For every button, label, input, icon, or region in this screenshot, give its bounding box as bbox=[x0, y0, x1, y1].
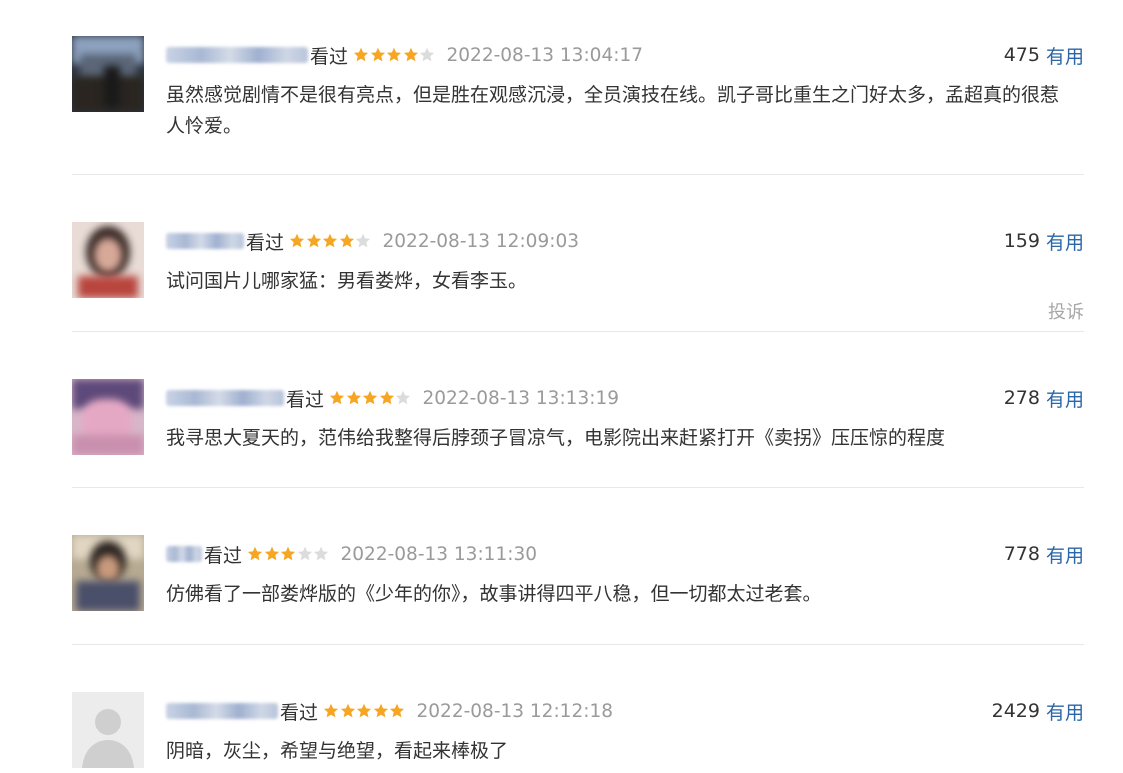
star-icon bbox=[395, 390, 411, 405]
comment-time: 2022-08-13 13:11:30 bbox=[340, 543, 537, 565]
comment-text: 试问国片儿哪家猛：男看娄烨，女看李玉。 bbox=[166, 270, 528, 292]
divider bbox=[72, 487, 1084, 488]
divider bbox=[72, 174, 1084, 175]
star-icon bbox=[362, 390, 378, 405]
watch-status: 看过 bbox=[310, 45, 349, 68]
vote-area: 159 有用 bbox=[1004, 228, 1084, 254]
star-icon bbox=[346, 390, 361, 405]
comment-header: 看过 2022-08-13 13:11:30 bbox=[166, 541, 537, 567]
avatar[interactable] bbox=[72, 36, 144, 112]
report-button[interactable]: 投诉 bbox=[1048, 298, 1084, 324]
avatar[interactable] bbox=[72, 692, 144, 768]
vote-count: 778 bbox=[1003, 543, 1040, 565]
avatar[interactable] bbox=[72, 379, 144, 455]
star-icon bbox=[370, 47, 385, 62]
vote-count: 2429 bbox=[991, 700, 1040, 722]
vote-count: 475 bbox=[1003, 44, 1040, 66]
star-icon bbox=[379, 390, 394, 405]
star-icon bbox=[356, 703, 372, 718]
divider bbox=[72, 331, 1084, 332]
default-user-icon bbox=[72, 692, 144, 768]
comment-item: 看过 2022-08-13 13:13:19 278 有用 我寻思大夏天的，范伟… bbox=[72, 379, 1084, 469]
vote-area: 278 有用 bbox=[1004, 385, 1084, 411]
rating-stars bbox=[323, 703, 406, 719]
username[interactable] bbox=[166, 390, 284, 406]
comment-text: 仿佛看了一部娄烨版的《少年的你》，故事讲得四平八稳，但一切都太过老套。 bbox=[166, 583, 822, 605]
watch-status: 看过 bbox=[246, 231, 285, 254]
star-icon bbox=[297, 546, 312, 561]
comment-text: 我寻思大夏天的，范伟给我整得后脖颈子冒凉气，电影院出来赶紧打开《卖拐》压压惊的程… bbox=[166, 427, 946, 449]
vote-count: 278 bbox=[1003, 387, 1040, 409]
username[interactable] bbox=[166, 47, 308, 63]
comment-item: 看过 2022-08-13 12:09:03 159 有用 试问国片儿哪家猛：男… bbox=[72, 222, 1084, 324]
rating-stars bbox=[289, 233, 372, 249]
comment-time: 2022-08-13 13:04:17 bbox=[446, 44, 643, 66]
comment-item: 看过 2022-08-13 12:12:18 2429 有用 阴暗，灰尘，希望与… bbox=[72, 692, 1084, 772]
useful-button[interactable]: 有用 bbox=[1046, 541, 1084, 568]
rating-stars bbox=[353, 47, 436, 63]
star-icon bbox=[373, 703, 388, 718]
vote-area: 2429 有用 bbox=[992, 698, 1084, 724]
comment-text: 虽然感觉剧情不是很有亮点，但是胜在观感沉浸，全员演技在线。凯子哥比重生之门好太多… bbox=[166, 84, 1060, 137]
comment-text: 阴暗，灰尘，希望与绝望，看起来棒极了 bbox=[166, 740, 509, 762]
star-icon bbox=[340, 703, 355, 718]
useful-button[interactable]: 有用 bbox=[1046, 698, 1084, 725]
comment-item: 看过 2022-08-13 13:11:30 778 有用 仿佛看了一部娄烨版的… bbox=[72, 535, 1084, 625]
comment-list: 看过 2022-08-13 13:04:17 475 有用 虽然感觉剧情不是很有… bbox=[0, 0, 1123, 773]
star-icon bbox=[306, 233, 321, 248]
rating-stars bbox=[329, 390, 412, 406]
star-icon bbox=[322, 233, 338, 248]
divider bbox=[72, 644, 1084, 645]
username[interactable] bbox=[166, 546, 202, 562]
star-icon bbox=[329, 390, 345, 405]
star-icon bbox=[403, 47, 418, 62]
star-icon bbox=[323, 703, 339, 718]
vote-area: 475 有用 bbox=[1004, 42, 1084, 68]
rating-stars bbox=[247, 546, 330, 562]
star-icon bbox=[280, 546, 296, 561]
comment-header: 看过 2022-08-13 13:13:19 bbox=[166, 385, 619, 411]
star-icon bbox=[339, 233, 354, 248]
star-icon bbox=[313, 546, 329, 561]
comment-item: 看过 2022-08-13 13:04:17 475 有用 虽然感觉剧情不是很有… bbox=[72, 36, 1084, 146]
comment-header: 看过 2022-08-13 12:12:18 bbox=[166, 698, 613, 724]
useful-button[interactable]: 有用 bbox=[1046, 385, 1084, 412]
comment-time: 2022-08-13 12:12:18 bbox=[416, 700, 613, 722]
useful-button[interactable]: 有用 bbox=[1046, 228, 1084, 255]
star-icon bbox=[353, 47, 369, 62]
watch-status: 看过 bbox=[280, 701, 319, 724]
vote-count: 159 bbox=[1003, 230, 1040, 252]
avatar[interactable] bbox=[72, 222, 144, 298]
star-icon bbox=[355, 233, 371, 248]
star-icon bbox=[289, 233, 305, 248]
watch-status: 看过 bbox=[204, 544, 243, 567]
comment-time: 2022-08-13 12:09:03 bbox=[382, 230, 579, 252]
useful-button[interactable]: 有用 bbox=[1046, 42, 1084, 69]
star-icon bbox=[264, 546, 279, 561]
username[interactable] bbox=[166, 703, 278, 719]
vote-area: 778 有用 bbox=[1004, 541, 1084, 567]
avatar[interactable] bbox=[72, 535, 144, 611]
star-icon bbox=[386, 47, 402, 62]
star-icon bbox=[419, 47, 435, 62]
star-icon bbox=[389, 703, 405, 718]
comment-time: 2022-08-13 13:13:19 bbox=[422, 387, 619, 409]
watch-status: 看过 bbox=[286, 388, 325, 411]
star-icon bbox=[247, 546, 263, 561]
comment-header: 看过 2022-08-13 13:04:17 bbox=[166, 42, 643, 68]
username[interactable] bbox=[166, 233, 244, 249]
comment-header: 看过 2022-08-13 12:09:03 bbox=[166, 228, 579, 254]
